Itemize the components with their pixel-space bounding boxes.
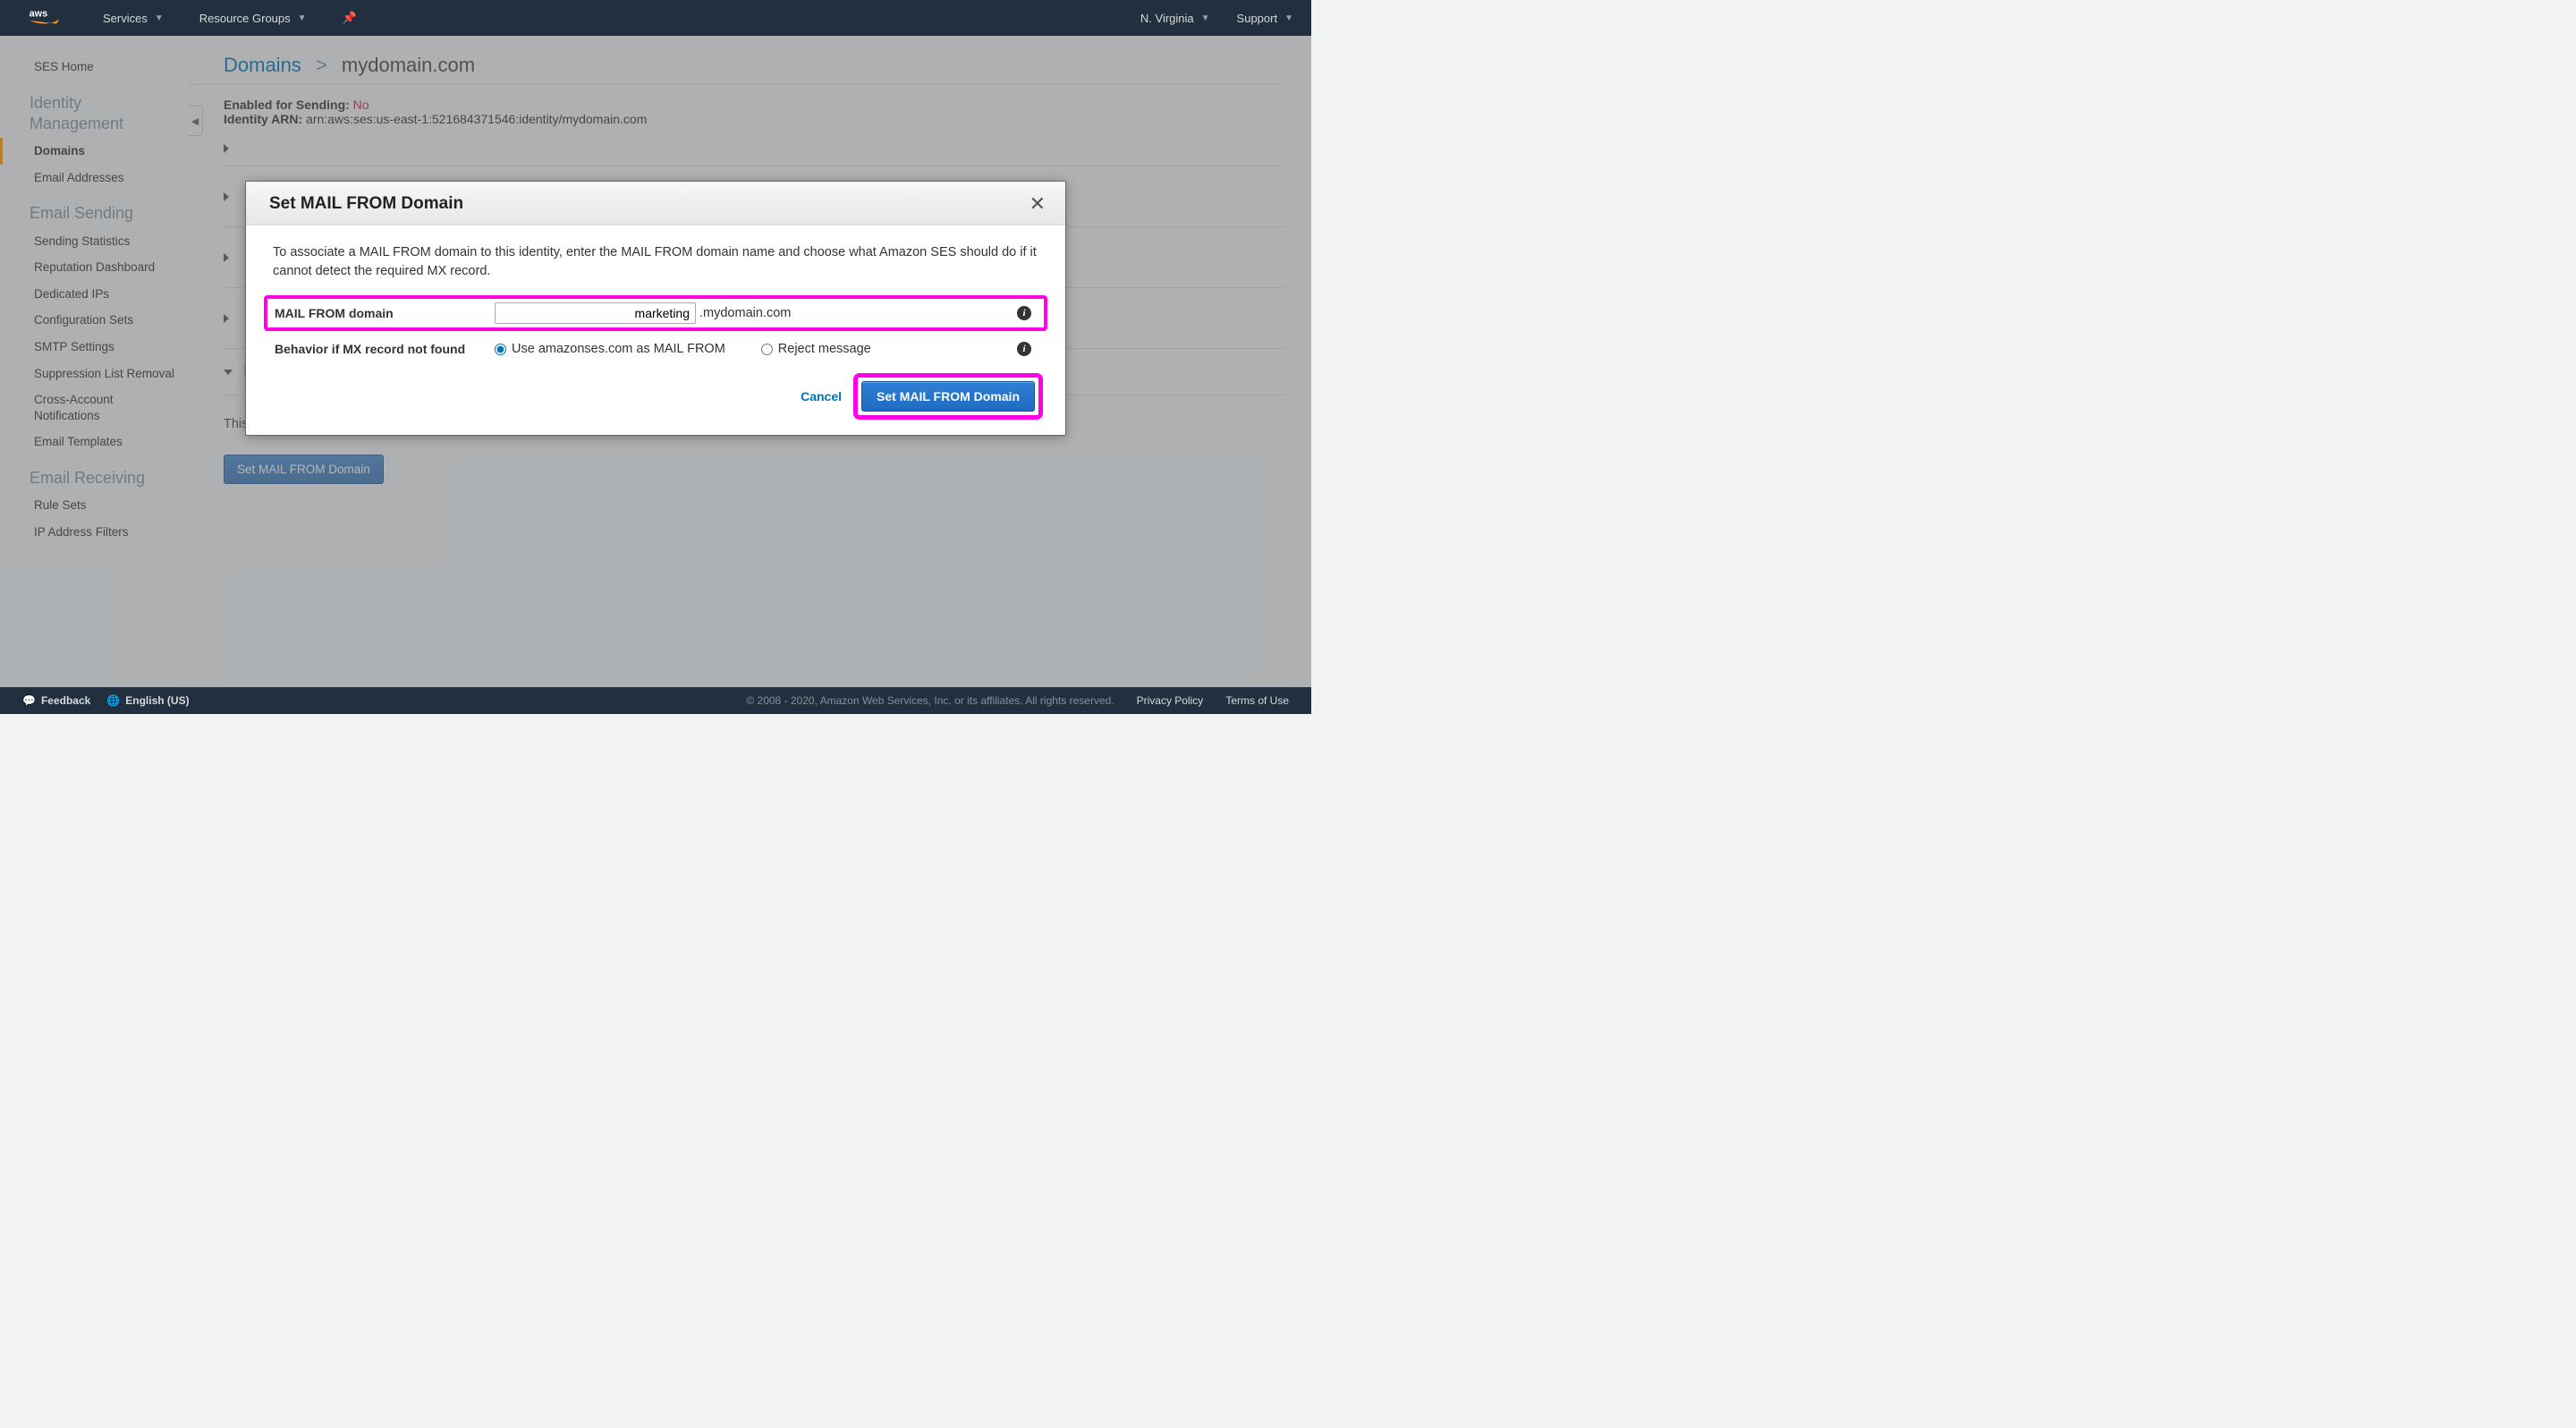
nav-support-label: Support (1237, 12, 1278, 25)
footer-feedback-label: Feedback (41, 694, 90, 707)
footer-terms-link[interactable]: Terms of Use (1225, 694, 1289, 707)
set-mail-from-domain-submit-button[interactable]: Set MAIL FROM Domain (861, 381, 1035, 412)
set-mail-from-modal: Set MAIL FROM Domain ✕ To associate a MA… (245, 181, 1066, 436)
modal-header: Set MAIL FROM Domain ✕ (246, 182, 1065, 225)
radio-reject-message-input[interactable] (761, 344, 773, 355)
svg-text:aws: aws (30, 9, 47, 20)
mail-from-domain-field: .mydomain.com (495, 302, 1003, 324)
footer-language[interactable]: 🌐 English (US) (106, 694, 189, 707)
chat-icon: 💬 (22, 694, 36, 707)
globe-icon: 🌐 (106, 694, 120, 707)
chevron-down-icon: ▼ (1284, 13, 1293, 23)
modal-title: Set MAIL FROM Domain (269, 194, 463, 214)
modal-body: To associate a MAIL FROM domain to this … (246, 225, 1065, 372)
chevron-down-icon: ▼ (155, 13, 164, 23)
mx-behavior-radio-group: Use amazonses.com as MAIL FROM Reject me… (495, 342, 1003, 356)
radio-use-amazonses-input[interactable] (495, 344, 506, 355)
aws-logo[interactable]: aws (9, 6, 80, 30)
nav-services-label: Services (103, 12, 148, 25)
mx-behavior-row: Behavior if MX record not found Use amaz… (273, 336, 1038, 363)
nav-services[interactable]: Services ▼ (103, 12, 164, 25)
mail-from-domain-input[interactable] (495, 302, 696, 324)
pin-icon: 📌 (343, 11, 357, 25)
nav-region[interactable]: N. Virginia ▼ (1140, 12, 1210, 25)
mail-from-domain-row: MAIL FROM domain .mydomain.com i (266, 297, 1046, 329)
cancel-button[interactable]: Cancel (801, 389, 842, 404)
radio-reject-message-label: Reject message (778, 342, 871, 356)
footer: 💬 Feedback 🌐 English (US) © 2008 - 2020,… (0, 687, 1311, 714)
chevron-down-icon: ▼ (1201, 13, 1210, 23)
radio-reject-message[interactable]: Reject message (761, 342, 871, 356)
chevron-down-icon: ▼ (298, 13, 307, 23)
modal-actions: Cancel Set MAIL FROM Domain (246, 372, 1065, 435)
radio-use-amazonses-label: Use amazonses.com as MAIL FROM (512, 342, 725, 356)
mail-from-domain-suffix: .mydomain.com (699, 306, 791, 320)
info-icon[interactable]: i (1017, 306, 1031, 320)
top-navigation: aws Services ▼ Resource Groups ▼ 📌 N. Vi… (0, 0, 1311, 36)
nav-support[interactable]: Support ▼ (1237, 12, 1293, 25)
footer-feedback[interactable]: 💬 Feedback (22, 694, 90, 707)
nav-region-label: N. Virginia (1140, 12, 1194, 25)
info-icon[interactable]: i (1017, 342, 1031, 356)
footer-language-label: English (US) (125, 694, 189, 707)
footer-privacy-link[interactable]: Privacy Policy (1137, 694, 1204, 707)
modal-overlay: Set MAIL FROM Domain ✕ To associate a MA… (0, 36, 1311, 687)
modal-description: To associate a MAIL FROM domain to this … (273, 243, 1038, 281)
nav-resource-groups[interactable]: Resource Groups ▼ (199, 12, 307, 25)
nav-pin[interactable]: 📌 (343, 11, 357, 25)
close-icon[interactable]: ✕ (1030, 194, 1046, 214)
radio-use-amazonses[interactable]: Use amazonses.com as MAIL FROM (495, 342, 725, 356)
mail-from-domain-label: MAIL FROM domain (273, 306, 495, 320)
submit-highlight: Set MAIL FROM Domain (858, 378, 1038, 415)
nav-resource-groups-label: Resource Groups (199, 12, 291, 25)
footer-copyright: © 2008 - 2020, Amazon Web Services, Inc.… (746, 694, 1114, 707)
mx-behavior-label: Behavior if MX record not found (273, 342, 495, 356)
